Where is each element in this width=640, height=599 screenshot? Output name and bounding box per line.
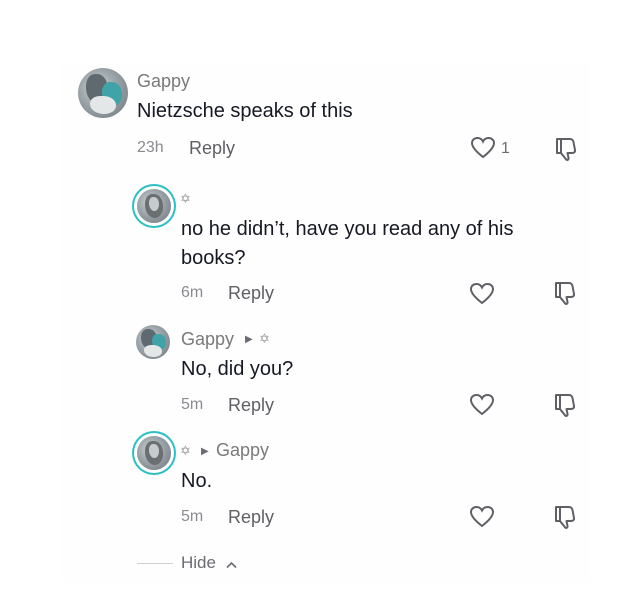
comment-username[interactable]: Gappy [137,71,190,92]
reply-text: No, did you? [181,358,294,380]
thumb-down-icon[interactable] [552,504,576,530]
reply-button[interactable]: Reply [228,283,274,304]
reply-time: 5m [181,508,204,525]
heart-outline-icon[interactable] [470,136,496,160]
heart-outline-icon[interactable] [469,282,495,306]
reply-time: 5m [181,396,204,413]
badge-icon: ✡ [180,443,191,458]
chevron-up-icon [226,554,237,574]
reply-button[interactable]: Reply [228,395,274,416]
badge-icon: ✡ [259,331,270,346]
reply-to-arrow-icon: ▶ [201,446,209,457]
comment-time: 23h [137,139,164,156]
reply-text: no he didn’t, have you read any of his b… [181,218,514,269]
reply-time: 6m [181,284,204,301]
reply-to-arrow-icon: ▶ [245,334,253,345]
avatar[interactable] [137,189,171,223]
thumb-down-icon[interactable] [553,136,577,162]
reply-text: No. [181,470,213,492]
reply-button[interactable]: Reply [189,138,235,159]
avatar[interactable] [78,68,128,118]
hide-replies-button[interactable]: Hide [181,553,237,574]
reply-username[interactable]: Gappy [216,440,269,461]
avatar[interactable] [137,436,171,470]
heart-outline-icon[interactable] [469,393,495,417]
like-count: 1 [501,140,510,157]
heart-outline-icon[interactable] [469,505,495,529]
thumb-down-icon[interactable] [552,392,576,418]
avatar[interactable] [136,325,170,359]
reply-button[interactable]: Reply [228,507,274,528]
hide-label: Hide [181,553,216,572]
thumb-down-icon[interactable] [552,280,576,306]
hide-divider [137,563,173,564]
reply-username[interactable]: Gappy [181,329,234,350]
comment-text: Nietzsche speaks of this [137,100,353,122]
badge-icon: ✡ [180,191,191,206]
